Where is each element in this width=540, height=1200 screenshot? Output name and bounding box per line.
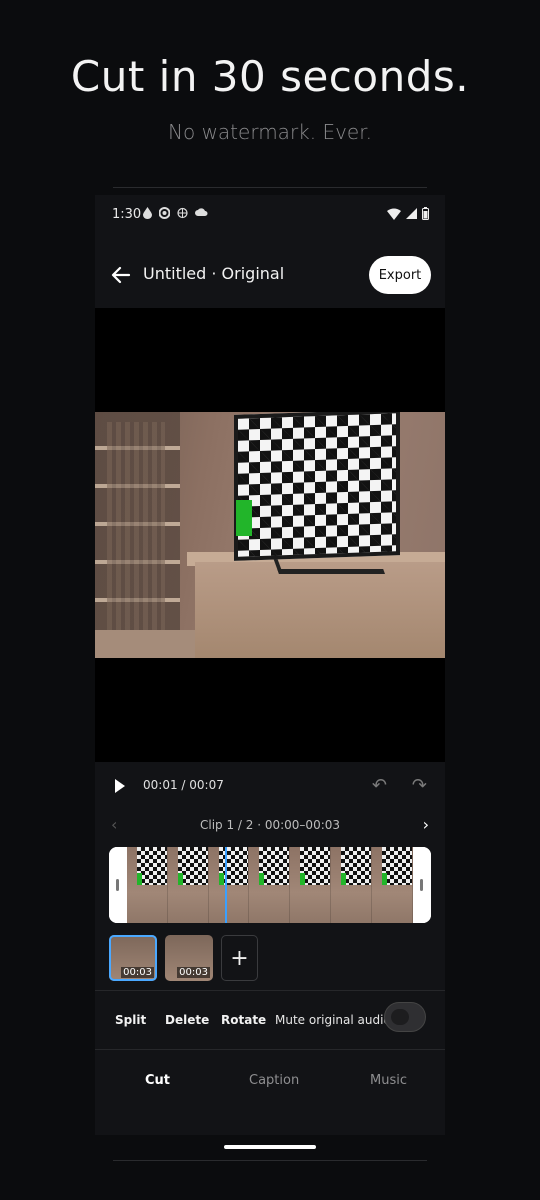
- play-icon[interactable]: [115, 779, 125, 793]
- water-drop-icon: [143, 207, 152, 219]
- back-arrow-icon[interactable]: [109, 263, 133, 287]
- export-button[interactable]: Export: [369, 256, 431, 294]
- trim-handle-start[interactable]: [109, 847, 127, 923]
- redo-icon[interactable]: ↷: [412, 775, 427, 796]
- clip-duration: 00:03: [177, 967, 210, 978]
- rotate-button[interactable]: Rotate: [221, 1013, 266, 1027]
- bottom-tabs: Cut Caption Music: [95, 1065, 445, 1095]
- face-icon: [159, 207, 170, 219]
- tab-music[interactable]: Music: [370, 1073, 407, 1088]
- video-preview[interactable]: [95, 308, 445, 762]
- cloud-icon: [195, 208, 208, 216]
- edit-toolbar: Split Delete Rotate Mute original audio: [95, 990, 445, 1050]
- tab-cut[interactable]: Cut: [145, 1073, 170, 1088]
- status-time: 1:30: [112, 207, 142, 222]
- chevron-right-icon[interactable]: ›: [423, 815, 429, 834]
- books-image: [107, 422, 165, 642]
- clip-thumbnail-1[interactable]: 00:03: [109, 935, 157, 981]
- playback-controls: 00:01 / 00:07 ↶ ↷: [95, 770, 445, 802]
- trim-handle-end[interactable]: [413, 847, 431, 923]
- clip-thumbnail-2[interactable]: 00:03: [165, 935, 213, 981]
- playhead[interactable]: [225, 847, 227, 923]
- mute-audio-label: Mute original audio: [275, 1013, 391, 1027]
- top-app-bar: Untitled · Original Export: [95, 247, 445, 303]
- frame-thumbnail: [290, 847, 331, 923]
- frame-thumbnail: [330, 847, 372, 923]
- undo-icon[interactable]: ↶: [372, 775, 387, 796]
- clip-duration: 00:03: [121, 967, 154, 978]
- project-title: Untitled · Original: [143, 264, 285, 283]
- split-button[interactable]: Split: [115, 1013, 146, 1027]
- trim-timeline[interactable]: [109, 847, 431, 923]
- tab-caption[interactable]: Caption: [249, 1073, 299, 1088]
- home-indicator[interactable]: [224, 1145, 316, 1149]
- clip-label: Clip 1 / 2 · 00:00–00:03: [199, 818, 341, 832]
- status-bar: 1:30: [95, 195, 445, 235]
- frame-thumbnail: [249, 847, 291, 923]
- hero-subtitle: No watermark. Ever.: [168, 120, 372, 144]
- globe-icon: [177, 207, 188, 219]
- clip-list: 00:03 00:03 +: [109, 935, 258, 983]
- frame-thumbnail: [371, 847, 413, 923]
- hero-title: Cut in 30 seconds.: [70, 52, 470, 101]
- bottom-divider: [113, 1160, 427, 1161]
- top-divider: [113, 187, 427, 188]
- tv-checkerboard-image: [234, 412, 400, 561]
- phone-screen: 1:30 Untitled · Original Export 00:01 / …: [95, 195, 445, 1135]
- battery-icon: [422, 207, 429, 220]
- wifi-icon: [387, 208, 401, 220]
- playback-time: 00:01 / 00:07: [143, 778, 224, 792]
- frame-strip: [127, 847, 413, 923]
- frame-thumbnail: [167, 847, 209, 923]
- delete-button[interactable]: Delete: [165, 1013, 209, 1027]
- tv-green-marker: [236, 500, 252, 536]
- clip-navigator: ‹ Clip 1 / 2 · 00:00–00:03 ›: [95, 815, 445, 837]
- add-clip-button[interactable]: +: [221, 935, 258, 981]
- mute-audio-toggle[interactable]: [384, 1002, 426, 1032]
- frame-thumbnail: [127, 847, 168, 923]
- cabinet-image: [195, 562, 445, 658]
- video-frame: [95, 412, 445, 658]
- frame-thumbnail: [208, 847, 250, 923]
- signal-icon: [406, 208, 417, 219]
